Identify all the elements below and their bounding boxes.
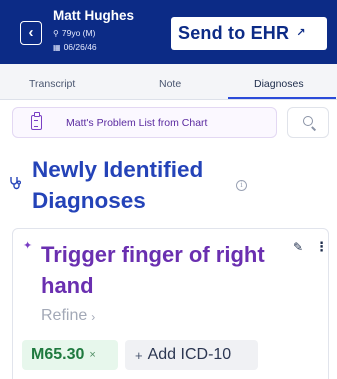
patient-header: ‹ Matt Hughes ⚲ 79yo (M) ▦ 06/26/46 Send… bbox=[0, 0, 337, 64]
clipboard-icon bbox=[31, 112, 42, 130]
patient-age-sex-text: 79yo (M) bbox=[61, 28, 96, 38]
plus-icon: + bbox=[135, 347, 143, 363]
refine-label: Refine bbox=[41, 307, 88, 324]
search-button[interactable] bbox=[287, 107, 329, 138]
patient-dob: ▦ 06/26/46 bbox=[53, 42, 97, 52]
remove-code-icon[interactable]: × bbox=[89, 349, 95, 361]
chevron-left-icon: ‹ bbox=[28, 24, 34, 41]
problem-list-label: Matt's Problem List from Chart bbox=[66, 117, 208, 129]
active-tab-indicator bbox=[228, 97, 336, 99]
back-button[interactable]: ‹ bbox=[20, 21, 42, 45]
sparkle-icon: ✦ bbox=[23, 240, 33, 252]
diagnosis-card: ✦ Trigger finger of right hand ✎ ⋮ Refin… bbox=[12, 228, 329, 379]
tab-diagnoses[interactable]: Diagnoses bbox=[254, 78, 304, 90]
icd-code: M65.30 bbox=[31, 346, 85, 363]
tab-note[interactable]: Note bbox=[159, 78, 181, 90]
info-icon[interactable]: i bbox=[236, 180, 247, 191]
diagnosis-title: Trigger finger of right hand bbox=[41, 242, 265, 298]
send-to-ehr-label: Send to EHR bbox=[178, 23, 290, 43]
chevron-right-icon: › bbox=[91, 309, 96, 324]
person-icon: ⚲ bbox=[53, 28, 59, 38]
calendar-icon: ▦ bbox=[53, 42, 61, 52]
patient-dob-text: 06/26/46 bbox=[63, 42, 97, 52]
send-to-ehr-button[interactable]: Send to EHR ↗ bbox=[171, 17, 327, 50]
refine-link[interactable]: Refine › bbox=[41, 307, 95, 325]
tab-bar: Transcript Note Diagnoses bbox=[0, 64, 337, 100]
icd-code-chip[interactable]: M65.30 × bbox=[22, 340, 118, 370]
add-icd10-button[interactable]: + Add ICD-10 bbox=[125, 340, 258, 370]
search-icon bbox=[303, 116, 313, 126]
more-options-icon[interactable]: ⋮ bbox=[315, 239, 328, 255]
add-icd10-label: Add ICD-10 bbox=[147, 346, 232, 363]
problem-list-button[interactable]: Matt's Problem List from Chart bbox=[12, 107, 277, 138]
patient-age-sex: ⚲ 79yo (M) bbox=[53, 28, 95, 38]
section-title: Newly Identified Diagnoses bbox=[32, 157, 204, 213]
patient-name: Matt Hughes bbox=[53, 8, 134, 23]
external-link-icon: ↗ bbox=[296, 27, 306, 39]
pencil-icon[interactable]: ✎ bbox=[293, 240, 303, 254]
tab-transcript[interactable]: Transcript bbox=[29, 78, 75, 90]
stethoscope-icon bbox=[10, 177, 21, 190]
